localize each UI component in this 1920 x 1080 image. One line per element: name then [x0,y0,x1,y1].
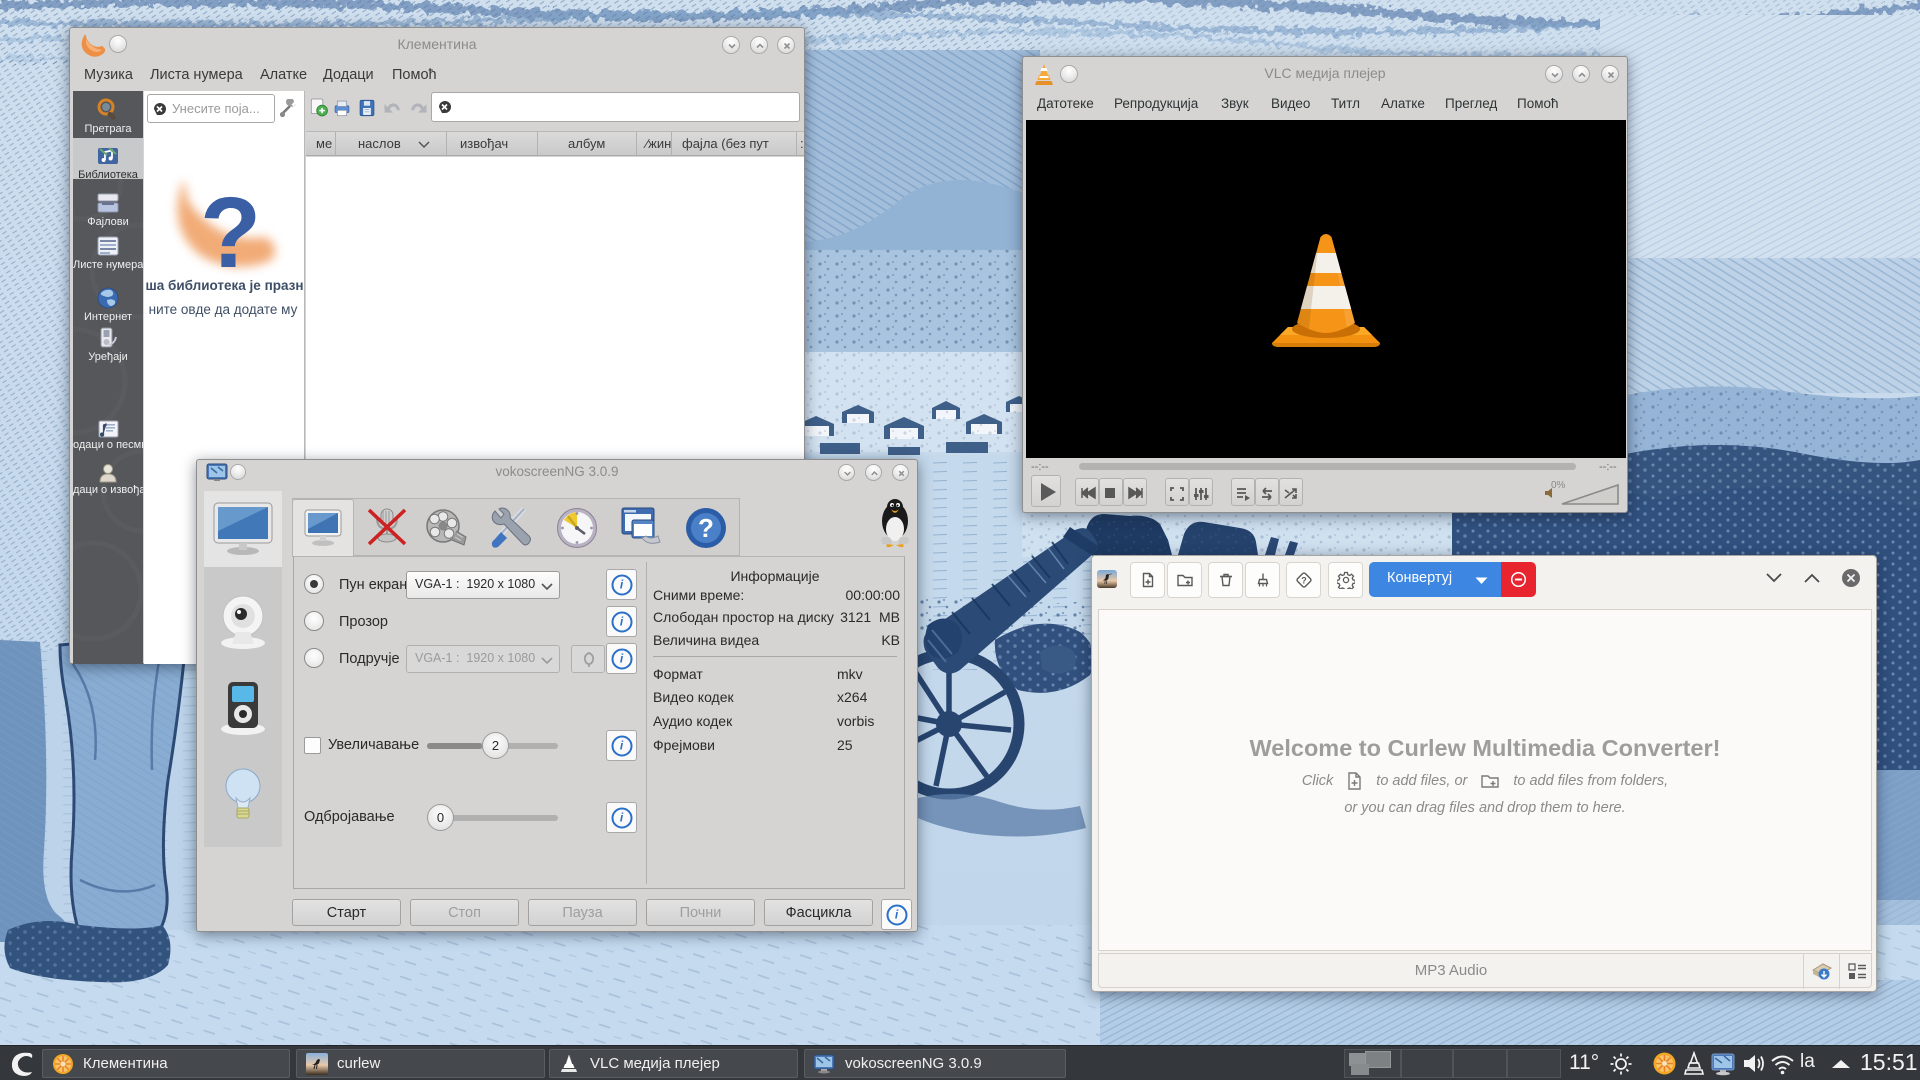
svg-text:?: ? [1301,576,1307,586]
svg-text:?: ? [698,513,714,543]
svg-text:?: ? [200,177,261,289]
